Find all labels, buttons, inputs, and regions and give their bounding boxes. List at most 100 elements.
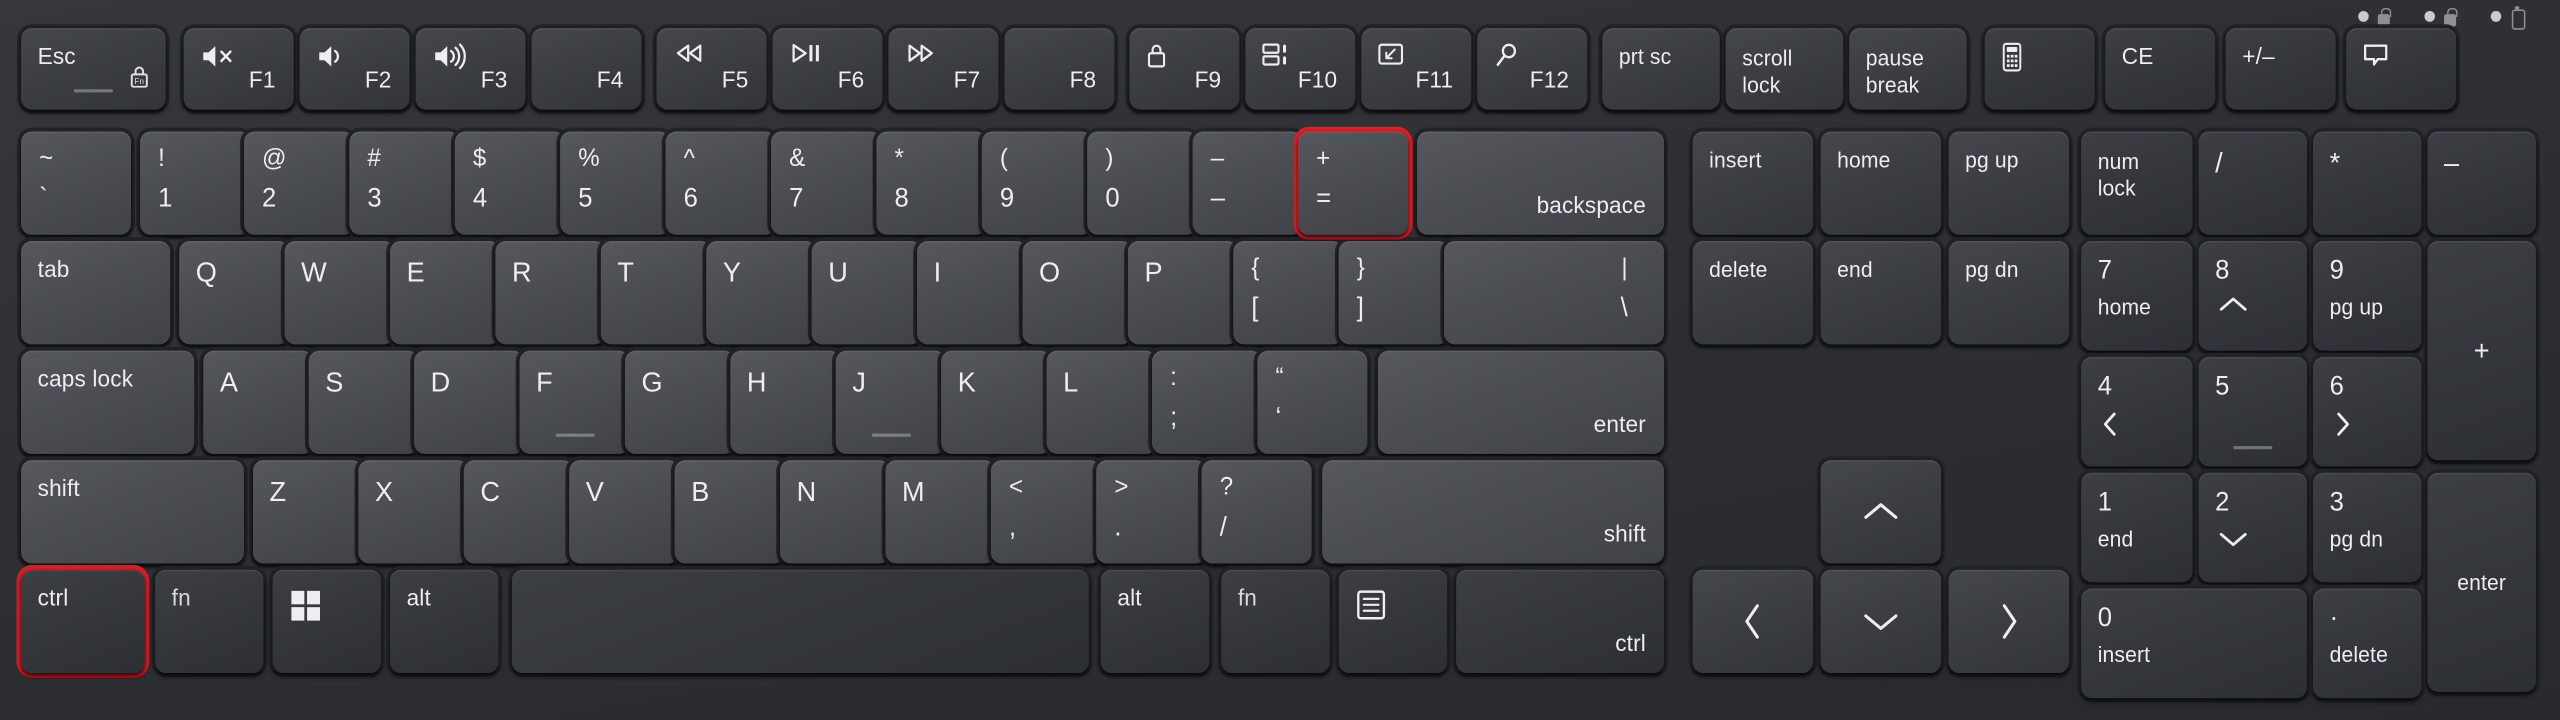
key-e[interactable]: E bbox=[390, 241, 500, 345]
key-numpad-3[interactable]: 3 pg dn bbox=[2313, 472, 2422, 583]
key-chat[interactable] bbox=[2346, 28, 2457, 110]
key-f3[interactable]: F3 bbox=[415, 28, 526, 110]
key-calculator[interactable] bbox=[1984, 28, 2095, 110]
key-numpad-add[interactable]: + bbox=[2427, 241, 2536, 461]
key-backtick[interactable]: ~ ` bbox=[21, 131, 132, 235]
key-y[interactable]: Y bbox=[706, 241, 817, 345]
key-f2[interactable]: F2 bbox=[299, 28, 410, 110]
key-page-down[interactable]: pg dn bbox=[1948, 241, 2070, 345]
key-equal-plus[interactable]: + = bbox=[1298, 131, 1408, 235]
key-6[interactable]: ^ 6 bbox=[665, 131, 776, 235]
key-fn-left[interactable]: fn bbox=[155, 569, 264, 674]
key-space[interactable] bbox=[512, 569, 1089, 674]
key-f7[interactable]: F7 bbox=[888, 28, 999, 110]
key-f6[interactable]: F6 bbox=[772, 28, 883, 110]
key-d[interactable]: D bbox=[414, 350, 525, 454]
key-fn-right[interactable]: fn bbox=[1221, 569, 1330, 674]
key-f5[interactable]: F5 bbox=[656, 28, 767, 110]
key-esc[interactable]: Esc Fn bbox=[21, 28, 166, 110]
key-arrow-down[interactable] bbox=[1820, 569, 1942, 674]
key-menu[interactable] bbox=[1338, 569, 1448, 674]
key-f12[interactable]: F12 bbox=[1477, 28, 1588, 110]
key-minus[interactable]: – – bbox=[1192, 131, 1303, 235]
key-4[interactable]: $ 4 bbox=[454, 131, 565, 235]
key-j[interactable]: J bbox=[835, 350, 946, 454]
key-pause-break[interactable]: pause break bbox=[1849, 28, 1967, 110]
key-arrow-left[interactable] bbox=[1692, 569, 1814, 674]
key-numpad-5[interactable]: 5 bbox=[2198, 356, 2308, 467]
key-f11[interactable]: F11 bbox=[1361, 28, 1472, 110]
key-left-bracket[interactable]: { [ bbox=[1233, 241, 1344, 345]
key-quote[interactable]: “ ‘ bbox=[1257, 350, 1368, 454]
key-3[interactable]: # 3 bbox=[349, 131, 460, 235]
key-r[interactable]: R bbox=[495, 241, 606, 345]
key-scroll-lock[interactable]: scroll lock bbox=[1725, 28, 1844, 110]
key-windows[interactable] bbox=[272, 569, 381, 674]
key-0[interactable]: ) 0 bbox=[1087, 131, 1198, 235]
key-alt-left[interactable]: alt bbox=[390, 569, 499, 674]
key-period[interactable]: > . bbox=[1096, 460, 1207, 564]
key-f4[interactable]: F4 bbox=[531, 28, 642, 110]
key-t[interactable]: T bbox=[600, 241, 711, 345]
key-page-up[interactable]: pg up bbox=[1948, 131, 2070, 235]
key-arrow-right[interactable] bbox=[1948, 569, 2070, 674]
key-enter[interactable]: enter bbox=[1377, 350, 1664, 454]
key-w[interactable]: W bbox=[284, 241, 395, 345]
key-p[interactable]: P bbox=[1127, 241, 1238, 345]
key-5[interactable]: % 5 bbox=[560, 131, 671, 235]
key-semicolon[interactable]: : ; bbox=[1152, 350, 1262, 454]
key-s[interactable]: S bbox=[308, 350, 419, 454]
key-shift-right[interactable]: shift bbox=[1322, 460, 1664, 564]
key-9[interactable]: ( 9 bbox=[981, 131, 1092, 235]
key-7[interactable]: & 7 bbox=[771, 131, 881, 235]
key-numpad-4[interactable]: 4 bbox=[2081, 356, 2193, 467]
key-u[interactable]: U bbox=[811, 241, 922, 345]
key-c[interactable]: C bbox=[463, 460, 574, 564]
key-comma[interactable]: < , bbox=[990, 460, 1101, 564]
key-f8[interactable]: F8 bbox=[1004, 28, 1115, 110]
key-l[interactable]: L bbox=[1046, 350, 1157, 454]
key-a[interactable]: A bbox=[203, 350, 314, 454]
key-numpad-1[interactable]: 1 end bbox=[2081, 472, 2193, 583]
key-ctrl-left[interactable]: ctrl bbox=[21, 569, 145, 674]
key-f[interactable]: F bbox=[519, 350, 630, 454]
key-delete[interactable]: delete bbox=[1692, 241, 1814, 345]
key-numpad-2[interactable]: 2 bbox=[2198, 472, 2308, 583]
key-end[interactable]: end bbox=[1820, 241, 1942, 345]
key-q[interactable]: Q bbox=[179, 241, 290, 345]
key-slash[interactable]: ? / bbox=[1201, 460, 1312, 564]
key-num-lock[interactable]: num lock bbox=[2081, 131, 2193, 235]
key-backslash[interactable]: | \ bbox=[1444, 241, 1664, 345]
key-o[interactable]: O bbox=[1022, 241, 1133, 345]
key-numpad-period[interactable]: · delete bbox=[2313, 588, 2422, 699]
key-f10[interactable]: F10 bbox=[1245, 28, 1356, 110]
key-x[interactable]: X bbox=[358, 460, 469, 564]
key-i[interactable]: I bbox=[917, 241, 1028, 345]
key-numpad-7[interactable]: 7 home bbox=[2081, 241, 2193, 351]
key-print-screen[interactable]: prt sc bbox=[1602, 28, 1720, 110]
key-ce[interactable]: CE bbox=[2105, 28, 2216, 110]
key-2[interactable]: @ 2 bbox=[243, 131, 354, 235]
key-alt-right[interactable]: alt bbox=[1100, 569, 1210, 674]
key-numpad-multiply[interactable]: * bbox=[2313, 131, 2422, 235]
key-numpad-divide[interactable]: / bbox=[2198, 131, 2308, 235]
key-n[interactable]: N bbox=[780, 460, 890, 564]
key-numpad-subtract[interactable]: – bbox=[2427, 131, 2536, 235]
key-numpad-enter[interactable]: enter bbox=[2427, 472, 2536, 692]
key-numpad-8[interactable]: 8 bbox=[2198, 241, 2308, 351]
key-k[interactable]: K bbox=[941, 350, 1052, 454]
key-f9[interactable]: F9 bbox=[1129, 28, 1240, 110]
key-shift-left[interactable]: shift bbox=[21, 460, 244, 564]
key-8[interactable]: * 8 bbox=[876, 131, 987, 235]
key-plus-minus[interactable]: +/– bbox=[2225, 28, 2336, 110]
key-v[interactable]: V bbox=[569, 460, 680, 564]
key-arrow-up[interactable] bbox=[1820, 460, 1942, 564]
key-m[interactable]: M bbox=[885, 460, 996, 564]
key-f1[interactable]: F1 bbox=[183, 28, 294, 110]
key-caps-lock[interactable]: caps lock bbox=[21, 350, 195, 454]
key-b[interactable]: B bbox=[674, 460, 785, 564]
key-numpad-6[interactable]: 6 bbox=[2313, 356, 2422, 467]
key-z[interactable]: Z bbox=[252, 460, 363, 564]
key-ctrl-right[interactable]: ctrl bbox=[1456, 569, 1664, 674]
key-insert[interactable]: insert bbox=[1692, 131, 1814, 235]
